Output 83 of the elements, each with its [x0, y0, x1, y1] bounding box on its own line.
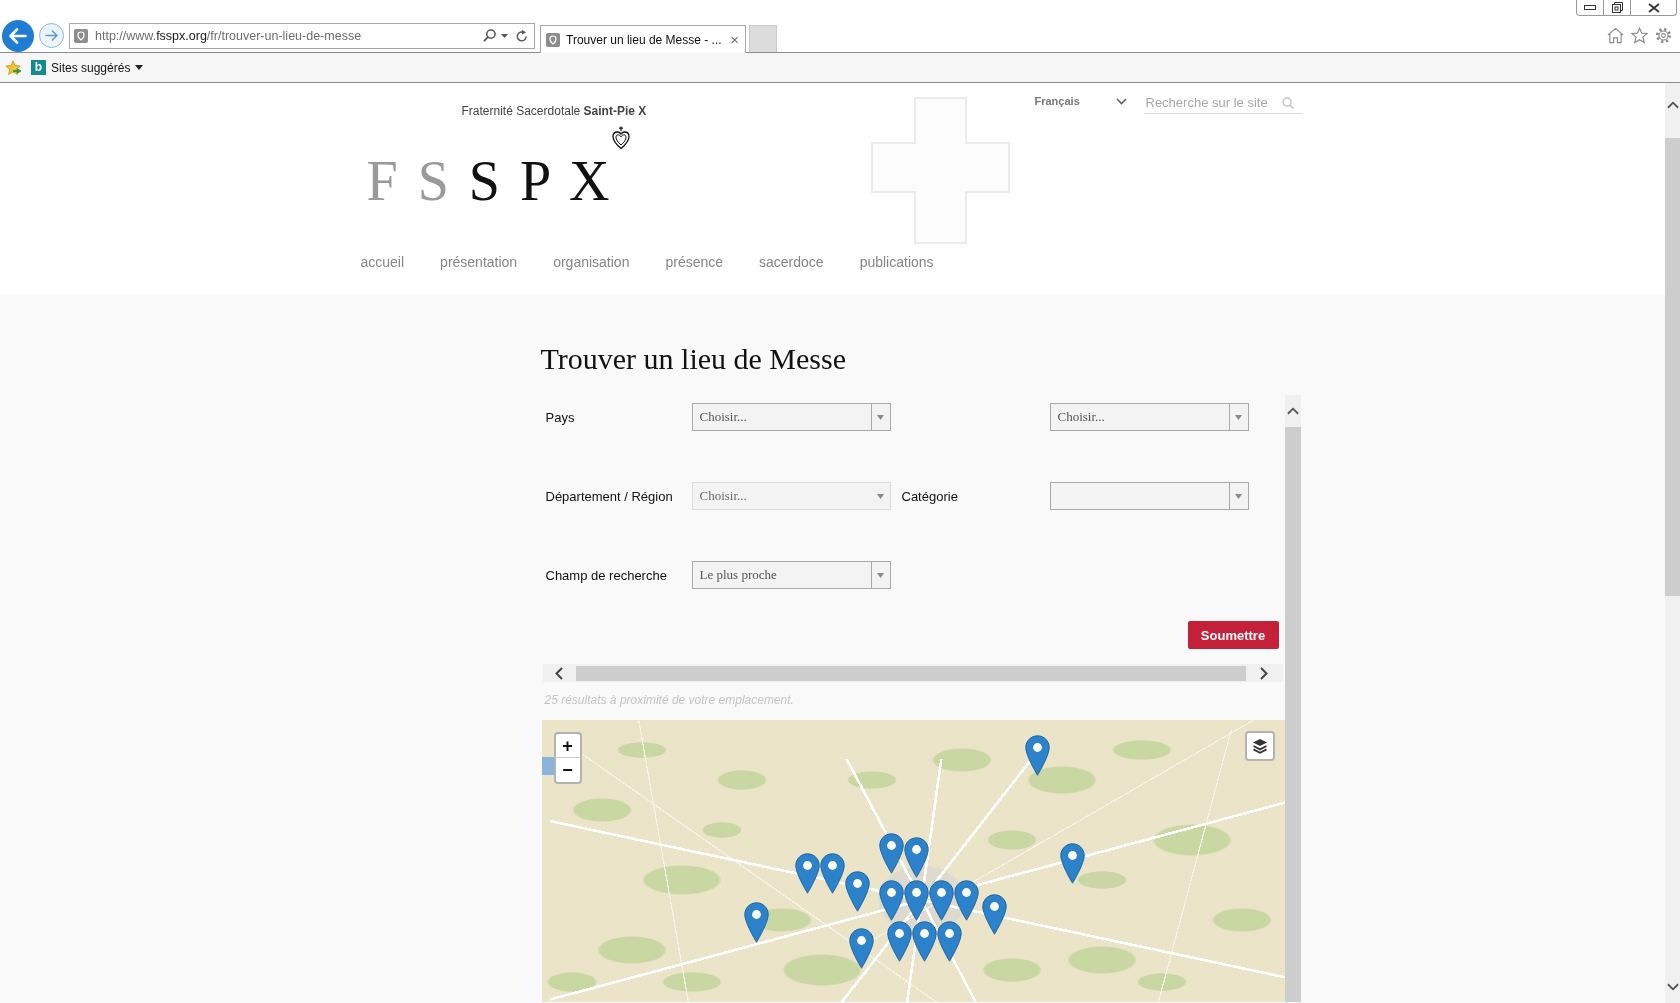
map-pin-icon[interactable] — [1025, 735, 1050, 776]
caret-icon — [877, 572, 884, 578]
scroll-up-button[interactable] — [1284, 395, 1301, 427]
settings-icon[interactable] — [1655, 27, 1672, 44]
close-tab-button[interactable]: × — [729, 31, 740, 48]
caret-icon — [1235, 493, 1242, 499]
scrollbar-thumb[interactable] — [1665, 138, 1680, 596]
map-pin-icon[interactable] — [982, 894, 1007, 935]
nav-link[interactable]: organisation — [553, 253, 630, 271]
nav-link[interactable]: présentation — [440, 253, 518, 271]
zoom-in-button[interactable]: + — [553, 732, 582, 758]
minimize-icon — [1584, 5, 1596, 10]
nav-link[interactable]: publications — [859, 253, 934, 271]
page-title: Trouver un lieu de Messe — [540, 341, 847, 377]
map-pin-icon[interactable] — [1060, 843, 1085, 884]
layers-icon — [1251, 738, 1268, 754]
chevron-left-icon[interactable] — [555, 666, 563, 680]
search-icon[interactable] — [483, 29, 496, 42]
dropdown-field[interactable]: Choisir... — [691, 403, 891, 431]
dropdown-field[interactable]: Le plus proche — [691, 561, 891, 589]
refresh-icon[interactable] — [516, 29, 528, 42]
chevron-down-icon — [1115, 97, 1127, 105]
restore-button[interactable] — [1603, 0, 1631, 16]
search-field[interactable]: Recherche sur le site — [1143, 92, 1278, 113]
caret-icon — [877, 414, 884, 420]
restore-icon — [1611, 2, 1623, 13]
map-pin-icon[interactable] — [849, 928, 874, 969]
field-label: Catégorie — [901, 488, 958, 504]
chevron-up-icon — [1286, 407, 1299, 415]
nav-link[interactable]: accueil — [360, 253, 405, 271]
home-icon[interactable] — [1607, 27, 1624, 44]
map-pin-icon[interactable] — [954, 880, 979, 921]
layers-button[interactable] — [1244, 731, 1275, 761]
scrollbar-thumb[interactable] — [575, 665, 1246, 681]
map-pin-icon[interactable] — [912, 921, 937, 962]
map-pin-icon[interactable] — [820, 853, 845, 894]
page-icon — [74, 28, 88, 43]
dropdown-field[interactable]: Choisir... — [1049, 403, 1249, 431]
map-pin-icon[interactable] — [904, 837, 929, 878]
field-label: Pays — [545, 409, 575, 425]
browser-tab[interactable]: Trouver un lieu de Messe - ... × — [540, 25, 746, 53]
zoom-out-button[interactable]: − — [553, 758, 582, 784]
map-pin-icon[interactable] — [887, 921, 912, 962]
map-pin-icon[interactable] — [904, 880, 929, 921]
address-field[interactable]: http://www.fsspx.org/fr/trouver-un-lieu-de-messe — [69, 22, 535, 49]
caret-icon — [877, 493, 884, 499]
map-pin-icon[interactable] — [879, 833, 904, 874]
close-icon — [1647, 2, 1660, 13]
map-pin-icon[interactable] — [929, 880, 954, 921]
map-pin-icon[interactable] — [879, 880, 904, 921]
minimize-button[interactable] — [1576, 0, 1604, 16]
site-icon: b — [31, 60, 46, 75]
nav-link[interactable]: sacerdoce — [759, 253, 824, 271]
site-logo[interactable]: F S S P X — [366, 153, 613, 209]
close-window-button[interactable] — [1630, 0, 1677, 16]
scrollbar-thumb[interactable] — [1284, 427, 1301, 1002]
caret-icon[interactable] — [501, 33, 508, 38]
map-view[interactable]: + − — [541, 720, 1285, 1002]
site-tagline: Fraternité Sacerdotale Saint-Pie X — [461, 103, 647, 119]
star-icon[interactable] — [1631, 27, 1648, 44]
back-button[interactable] — [2, 19, 34, 52]
dropdown-field[interactable] — [1049, 482, 1249, 510]
suggested-sites-button[interactable]: b Sites suggérés — [31, 60, 144, 75]
arrow-right-icon — [45, 30, 58, 41]
heart-emblem-icon — [611, 126, 630, 150]
caret-icon — [135, 65, 144, 70]
favorites-star-icon[interactable] — [5, 59, 21, 76]
page-icon — [546, 32, 560, 47]
map-pin-icon[interactable] — [937, 921, 962, 962]
forward-button[interactable] — [39, 23, 64, 48]
field-label: Champ de recherche — [545, 567, 667, 583]
map-pin-icon[interactable] — [845, 871, 870, 912]
field-label: Département / Région — [545, 488, 673, 504]
submit-button[interactable]: Soumettre — [1187, 621, 1279, 649]
nav-link[interactable]: présence — [665, 253, 724, 271]
map-pin-icon[interactable] — [744, 902, 769, 943]
caret-icon — [1235, 414, 1242, 420]
language-dropdown[interactable]: Français — [1034, 92, 1127, 110]
chevron-down-icon[interactable] — [1666, 983, 1679, 991]
chevron-right-icon[interactable] — [1260, 666, 1268, 680]
chevron-up-icon[interactable] — [1666, 101, 1679, 109]
map-pin-icon[interactable] — [795, 853, 820, 894]
arrow-left-icon — [9, 27, 27, 44]
